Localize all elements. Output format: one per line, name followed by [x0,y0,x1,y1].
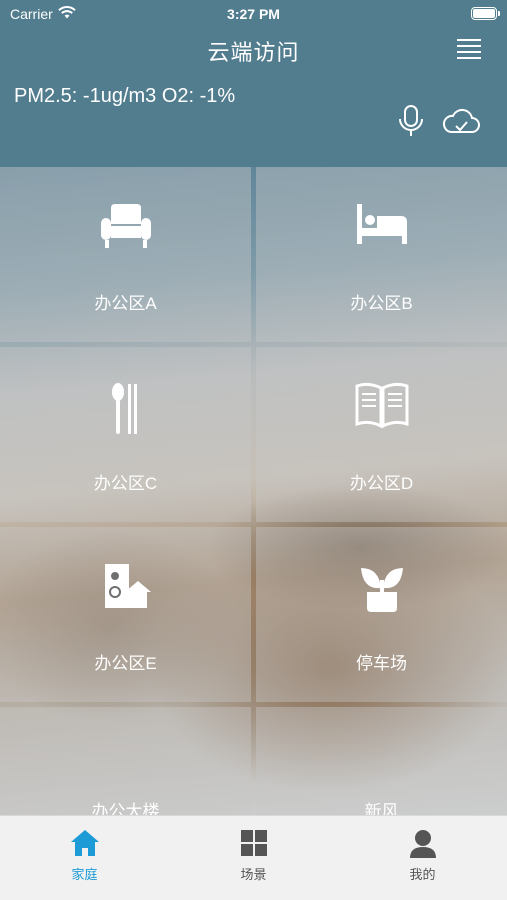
tab-scenes[interactable]: 场景 [169,816,338,900]
home-icon [0,829,169,857]
room-label: 办公区D [349,474,414,493]
room-grid: 办公区A 办公区B 办公区C 办公区D 办公区E 停车场 办公大楼 新风 [0,167,507,815]
room-label: 办公区E [94,654,157,673]
status-time: 3:27 PM [227,6,280,22]
utensils-icon [0,382,251,434]
room-tile-b[interactable]: 办公区B [256,167,507,342]
room-tile-d[interactable]: 办公区D [256,347,507,522]
bed-icon [256,202,507,252]
room-tile-e[interactable]: 办公区E [0,527,251,702]
room-tile-parking[interactable]: 停车场 [256,527,507,702]
status-bar: Carrier 3:27 PM [0,0,507,28]
room-label: 新风 [364,802,399,815]
voice-button[interactable] [396,104,426,143]
room-tile-office-building[interactable]: 办公大楼 [0,707,251,815]
room-tile-a[interactable]: 办公区A [0,167,251,342]
header-bar: Carrier 3:27 PM 云端访问 PM2.5: -1ug/m3 O2: … [0,0,507,167]
room-tile-c[interactable]: 办公区C [0,347,251,522]
armchair-icon [0,202,251,252]
tab-label: 我的 [409,867,436,882]
tab-label: 家庭 [71,867,98,882]
grid-icon [169,829,338,857]
room-label: 办公大楼 [91,802,160,815]
room-label: 停车场 [356,654,407,673]
room-label: 办公区C [93,474,158,493]
menu-button[interactable] [457,38,481,60]
room-tile-fresh-air[interactable]: 新风 [256,707,507,815]
battery-icon [471,7,500,20]
user-icon [338,829,507,859]
tab-bar: 家庭 场景 我的 [0,815,507,900]
menu-icon [457,39,481,59]
cloud-button[interactable] [441,106,481,141]
plant-pot-icon [256,562,507,612]
air-quality-readout: PM2.5: -1ug/m3 O2: -1% [14,85,236,107]
tab-profile[interactable]: 我的 [338,816,507,900]
microphone-icon [399,105,423,136]
tab-label: 场景 [240,867,267,882]
tab-home[interactable]: 家庭 [0,816,169,900]
room-label: 办公区B [350,294,413,313]
room-label: 办公区A [94,294,157,313]
book-icon [256,382,507,432]
cloud-icon [442,108,480,133]
door-house-icon [0,562,251,612]
page-title: 云端访问 [207,40,300,65]
